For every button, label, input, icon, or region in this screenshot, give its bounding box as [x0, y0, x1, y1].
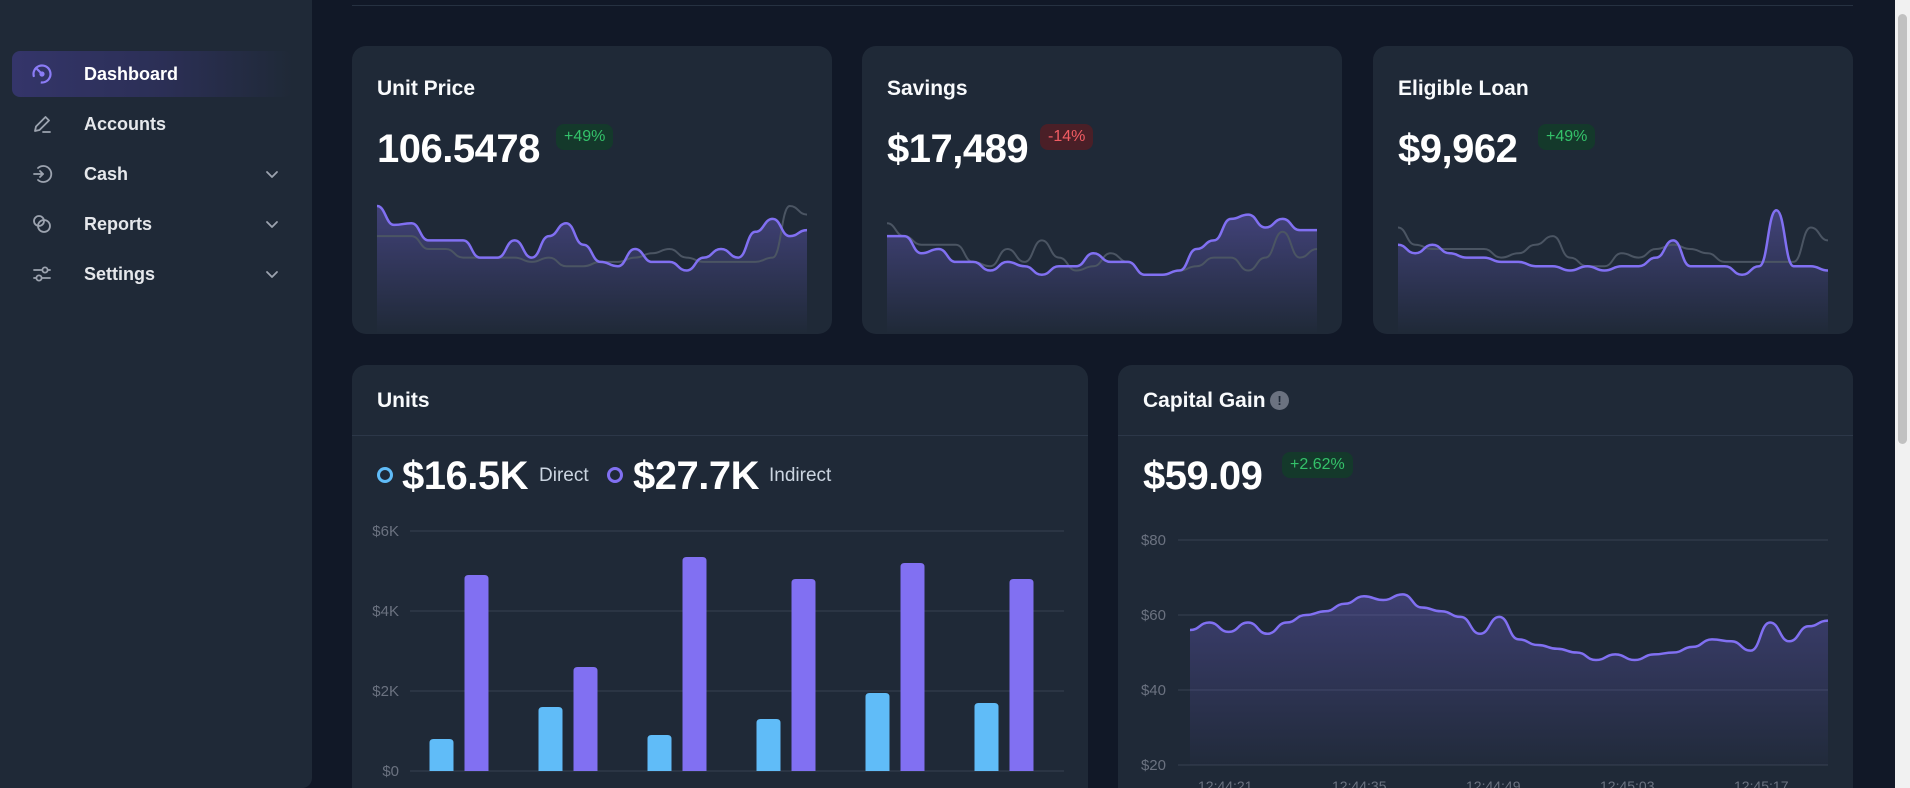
chevron-down-icon [266, 221, 278, 228]
indirect-bar[interactable] [791, 579, 816, 771]
pencil-icon [30, 112, 54, 136]
x-tick-label: 12:45:17 [1734, 778, 1789, 788]
y-tick-label: $20 [1141, 757, 1166, 774]
direct-bar[interactable] [647, 735, 672, 771]
direct-bar[interactable] [429, 739, 454, 771]
y-tick-label: $80 [1141, 532, 1166, 549]
y-tick-label: $6K [372, 523, 399, 540]
y-tick-label: $40 [1141, 682, 1166, 699]
sidebar-nav: Dashboard Accounts Cash Reports Settings [12, 51, 292, 301]
chevron-down-icon [266, 171, 278, 178]
x-tick-label: 12:45:03 [1600, 778, 1655, 788]
units-bar-chart: $6K $4K $2K $0 [372, 523, 1064, 780]
y-tick-label: $4K [372, 603, 399, 620]
y-tick-label: $60 [1141, 607, 1166, 624]
app-root: Dashboard Accounts Cash Reports Settings… [0, 0, 1910, 788]
capital-gain-card: Capital Gain ! $59.09 +2.62% $80 $60 $40 $2… [1118, 365, 1853, 788]
scrollbar-thumb[interactable] [1898, 14, 1907, 444]
savings-sparkline [886, 213, 1318, 334]
sidebar-item-accounts[interactable]: Accounts [12, 101, 292, 147]
sidebar-item-label: Dashboard [84, 63, 179, 84]
sidebar-item-reports[interactable]: Reports [12, 201, 292, 247]
sidebar: Dashboard Accounts Cash Reports Settings [0, 0, 312, 788]
cash-flow-icon [30, 162, 54, 186]
sidebar-item-cash[interactable]: Cash [12, 151, 292, 197]
reports-circles-icon [30, 212, 54, 236]
indirect-bar[interactable] [464, 575, 489, 771]
sidebar-item-label: Accounts [84, 113, 167, 134]
x-tick-label: 12:44:21 [1198, 778, 1253, 788]
units-card: Units $16.5K Direct $27.7K Indirect $6K $… [352, 365, 1088, 788]
unit-price-card: Unit Price 106.5478 +49% [352, 46, 832, 334]
y-tick-label: $2K [372, 683, 399, 700]
direct-bar[interactable] [865, 693, 890, 771]
eligible-loan-sparkline [1397, 209, 1829, 334]
sparkline-area [1398, 210, 1828, 334]
direct-bar[interactable] [974, 703, 999, 771]
indirect-bar[interactable] [900, 563, 925, 771]
y-tick-label: $0 [382, 763, 399, 780]
sidebar-item-settings[interactable]: Settings [12, 251, 292, 297]
indirect-bar[interactable] [682, 557, 707, 771]
page-scrollbar[interactable] [1895, 0, 1910, 788]
eligible-loan-card: Eligible Loan $9,962 +49% [1373, 46, 1853, 334]
sidebar-item-label: Settings [84, 263, 156, 284]
x-tick-label: 12:44:49 [1466, 778, 1521, 788]
savings-card: Savings $17,489 -14% [862, 46, 1342, 334]
unit-price-sparkline [376, 204, 808, 334]
sidebar-item-label: Reports [84, 213, 153, 234]
sidebar-item-label: Cash [84, 163, 129, 184]
sparkline-area [887, 214, 1317, 334]
capital-gain-area-chart: $80 $60 $40 $20 12:44:21 12:44:35 12:44:49 12:4… [1141, 532, 1829, 788]
sliders-icon [30, 262, 54, 286]
chevron-down-icon [266, 271, 278, 278]
indirect-bar[interactable] [1009, 579, 1034, 771]
direct-bar[interactable] [538, 707, 563, 771]
capital-gain-area [1190, 594, 1828, 765]
sidebar-item-dashboard[interactable]: Dashboard [12, 51, 292, 97]
sparkline-area [377, 206, 807, 334]
direct-bar[interactable] [756, 719, 781, 771]
x-tick-label: 12:44:35 [1332, 778, 1387, 788]
dashboard-gauge-icon [30, 62, 54, 86]
indirect-bar[interactable] [573, 667, 598, 771]
header-divider [352, 5, 1853, 6]
